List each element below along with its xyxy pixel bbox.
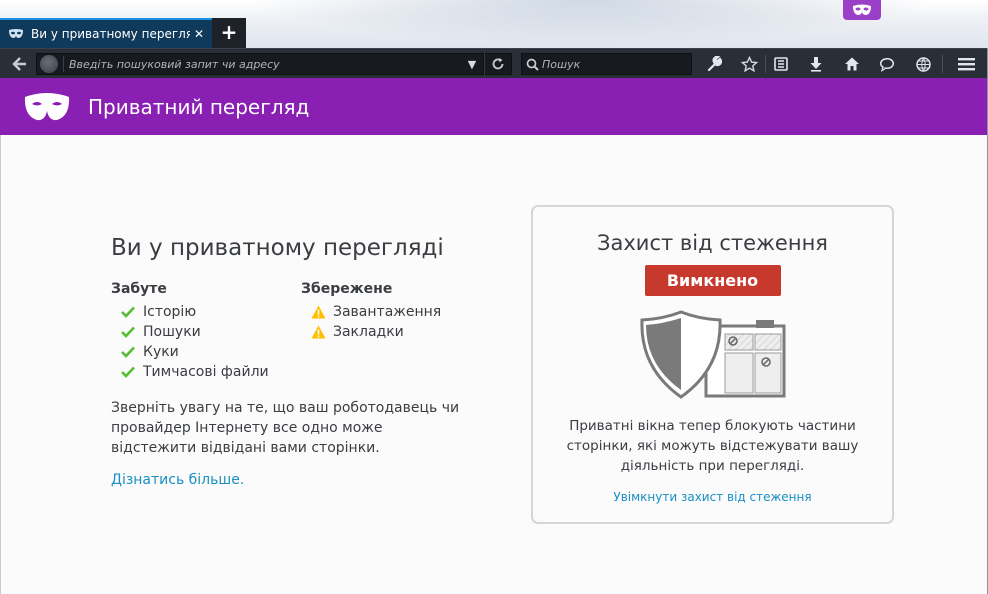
check-icon: [120, 325, 136, 339]
toolbar-separator: [942, 55, 943, 73]
downloads-button[interactable]: [802, 53, 830, 75]
private-mask-icon: [853, 4, 871, 15]
download-icon: [810, 57, 822, 72]
tab-private-browsing[interactable]: Ви у приватному перегляді ✕: [0, 18, 212, 48]
chat-icon: [879, 57, 895, 72]
reading-list-button[interactable]: [767, 53, 795, 75]
urlbar-separator: [63, 56, 64, 72]
url-input[interactable]: [69, 57, 461, 71]
tab-title: Ви у приватному перегляді: [31, 27, 190, 41]
tab-close-icon[interactable]: ✕: [190, 27, 208, 41]
developer-tools-button[interactable]: [700, 53, 728, 75]
warning-icon: [310, 325, 326, 339]
learn-more-link[interactable]: Дізнатись більше.: [111, 472, 244, 488]
open-menu-button[interactable]: [952, 53, 980, 75]
search-icon[interactable]: [522, 58, 542, 71]
navigation-toolbar: ▼: [0, 48, 988, 78]
check-icon: [120, 345, 136, 359]
forgotten-title: Забуте: [111, 281, 167, 297]
list-item-label: Закладки: [333, 324, 404, 340]
forgotten-list: Забуте Історію Пошуки Куки Тимчасові фай…: [111, 281, 301, 382]
list-item-label: Пошуки: [143, 324, 201, 340]
saved-title: Збережене: [301, 281, 393, 297]
private-mask-icon: [9, 29, 23, 38]
bookmark-star-button[interactable]: [735, 53, 763, 75]
back-icon: [12, 57, 26, 71]
toolbar-separator: [765, 55, 766, 73]
private-browsing-indicator: [843, 0, 881, 20]
search-input[interactable]: [542, 57, 691, 71]
menu-icon: [957, 58, 975, 71]
check-icon: [120, 305, 136, 319]
reload-icon: [492, 58, 504, 70]
private-info-section: Ви у приватному перегляді Забуте Історію…: [111, 235, 491, 488]
list-item: Куки: [120, 342, 301, 362]
enable-tracking-protection-link[interactable]: Увімкнути захист від стеження: [613, 490, 811, 504]
check-icon: [120, 365, 136, 379]
tracking-protection-status-badge: Вимкнено: [644, 265, 781, 296]
private-mask-icon: [24, 92, 70, 120]
globe-button[interactable]: [909, 53, 937, 75]
tracking-protection-card: Захист від стеження Вимкнено Приватні ві…: [531, 205, 894, 524]
private-browsing-header: Приватний перегляд: [0, 78, 988, 135]
home-icon: [845, 57, 859, 71]
reading-list-icon: [774, 57, 788, 71]
site-identity-icon[interactable]: [40, 55, 58, 73]
wrench-icon: [707, 56, 722, 72]
page-title: Приватний перегляд: [88, 94, 310, 119]
list-item: Тимчасові файли: [120, 362, 301, 382]
search-bar[interactable]: [521, 53, 692, 75]
saved-list: Збережене Завантаження Закладки: [301, 281, 491, 382]
back-button[interactable]: [8, 52, 32, 76]
reload-button[interactable]: [484, 53, 512, 75]
warning-icon: [310, 305, 326, 319]
private-heading: Ви у приватному перегляді: [111, 235, 444, 261]
forgotten-saved-lists: Забуте Історію Пошуки Куки Тимчасові фай…: [111, 281, 491, 382]
list-item-label: Куки: [143, 344, 179, 360]
new-tab-button[interactable]: +: [212, 18, 246, 48]
star-icon: [740, 55, 758, 72]
list-item: Закладки: [310, 322, 491, 342]
list-item: Завантаження: [310, 302, 491, 322]
list-item-label: Історію: [143, 304, 197, 320]
page-content: Ви у приватному перегляді Забуте Історію…: [0, 135, 988, 594]
list-item: Пошуки: [120, 322, 301, 342]
globe-icon: [915, 56, 931, 72]
isp-tracking-notice: Зверніть увагу на те, що ваш роботодавец…: [111, 400, 460, 456]
url-history-dropdown-icon[interactable]: ▼: [461, 58, 483, 71]
chat-button[interactable]: [873, 53, 901, 75]
list-item-label: Завантаження: [333, 304, 442, 320]
url-bar[interactable]: ▼: [36, 53, 484, 75]
home-button[interactable]: [838, 53, 866, 75]
tracking-protection-description: Приватні вікна тепер блокують частини ст…: [566, 418, 859, 474]
tracking-protection-title: Захист від стеження: [597, 231, 828, 255]
shield-page-illustration: [639, 310, 785, 399]
list-item-label: Тимчасові файли: [143, 364, 269, 380]
list-item: Історію: [120, 302, 301, 322]
